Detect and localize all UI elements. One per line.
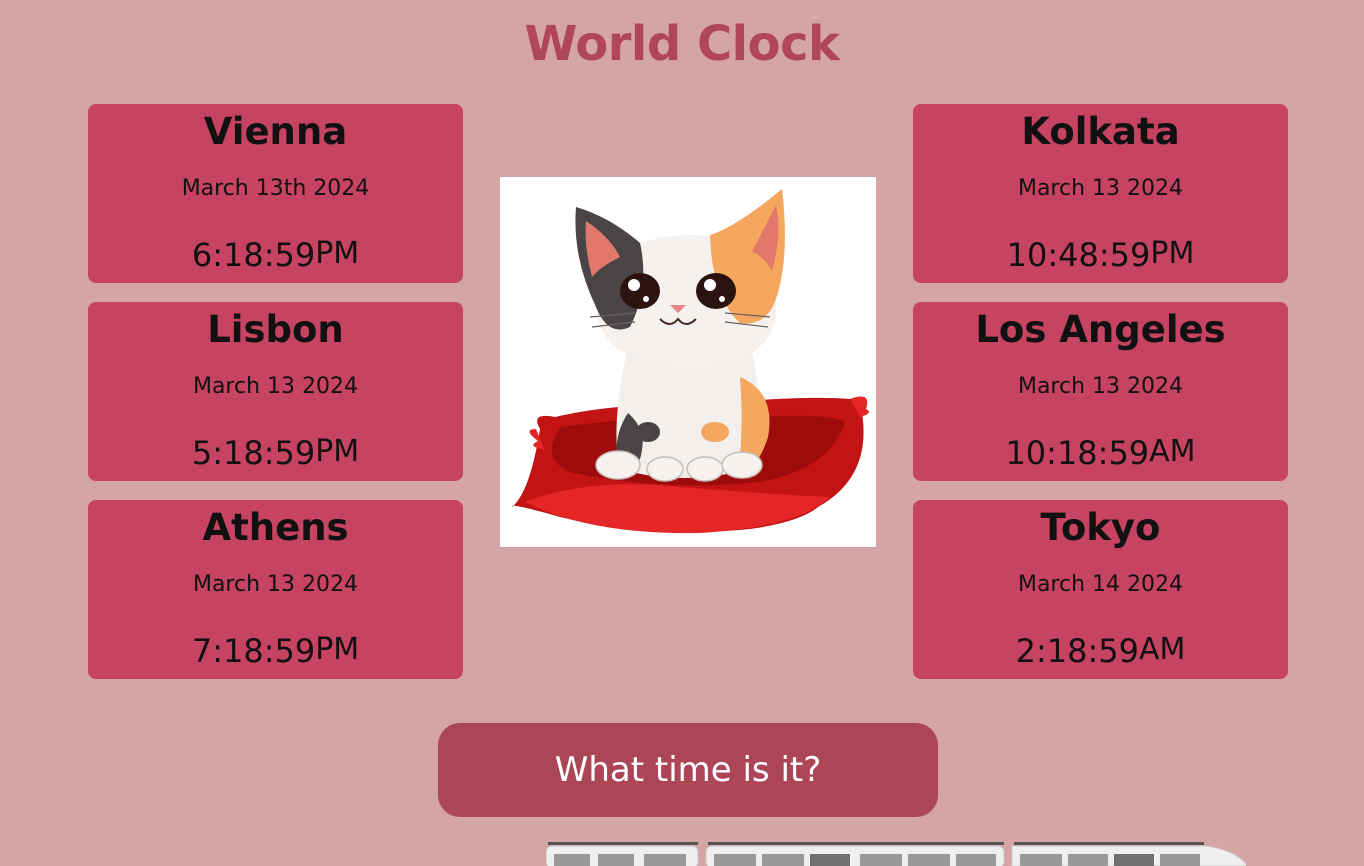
clock-card-athens: Athens March 13 2024 7:18:59PM [88, 500, 463, 679]
clock-ampm: PM [315, 434, 360, 469]
city-name: Lisbon [207, 308, 344, 351]
clock-time-display: 10:48:59PM [913, 236, 1288, 274]
clock-time: 7:18:59 [191, 632, 316, 670]
clock-date: March 13 2024 [1017, 176, 1184, 201]
clock-card-los-angeles: Los Angeles March 13 2024 10:18:59AM [913, 302, 1288, 481]
city-name: Athens [202, 506, 349, 549]
clock-time-display: 7:18:59PM [88, 632, 463, 670]
city-name: Kolkata [1021, 110, 1180, 153]
kitten-image [500, 177, 876, 547]
clock-date: March 14 2024 [1017, 572, 1184, 597]
clock-date: March 13 2024 [1017, 374, 1184, 399]
clock-ampm: AM [1149, 434, 1196, 469]
what-time-button[interactable]: What time is it? [438, 723, 938, 817]
city-name: Vienna [203, 110, 348, 153]
clock-card-tokyo: Tokyo March 14 2024 2:18:59AM [913, 500, 1288, 679]
clock-date: March 13th 2024 [181, 176, 370, 201]
clock-card-lisbon: Lisbon March 13 2024 5:18:59PM [88, 302, 463, 481]
clock-time: 10:18:59 [1005, 434, 1150, 472]
clock-time: 5:18:59 [191, 434, 316, 472]
clock-time-display: 5:18:59PM [88, 434, 463, 472]
clock-ampm: AM [1138, 632, 1186, 667]
city-name: Tokyo [1040, 506, 1161, 549]
clock-ampm: PM [1150, 236, 1195, 271]
train-image [546, 838, 1246, 866]
clock-date: March 13 2024 [192, 374, 359, 399]
page-title: World Clock [524, 16, 840, 72]
clock-card-vienna: Vienna March 13th 2024 6:18:59PM [88, 104, 463, 283]
clock-time: 6:18:59 [191, 236, 316, 274]
clock-time: 10:48:59 [1006, 236, 1151, 274]
clock-time: 2:18:59 [1015, 632, 1139, 670]
clock-time-display: 2:18:59AM [913, 632, 1288, 670]
clock-ampm: PM [315, 632, 360, 667]
clock-card-kolkata: Kolkata March 13 2024 10:48:59PM [913, 104, 1288, 283]
clock-date: March 13 2024 [192, 572, 359, 597]
clock-ampm: PM [315, 236, 360, 271]
clock-time-display: 10:18:59AM [913, 434, 1288, 472]
city-name: Los Angeles [975, 308, 1226, 351]
clock-time-display: 6:18:59PM [88, 236, 463, 274]
